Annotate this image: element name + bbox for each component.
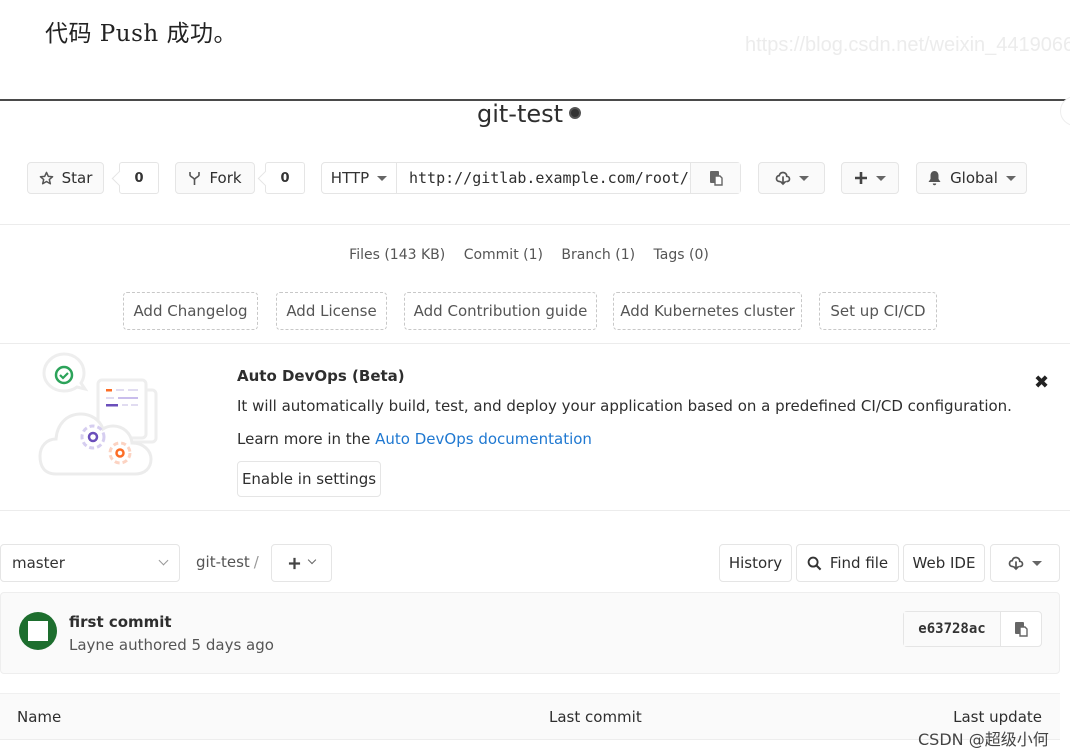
web-ide-button[interactable]: Web IDE [903,544,985,582]
notification-dropdown[interactable]: Global [916,162,1027,194]
clone-protocol-dropdown[interactable]: HTTP [322,163,397,193]
add-license-button[interactable]: Add License [276,292,387,330]
caret-down-icon [798,175,809,181]
breadcrumb-separator: / [253,553,259,571]
auto-devops-description: It will automatically build, test, and d… [237,397,1012,415]
download-icon [775,171,790,186]
file-table-header: Name Last commit Last update [0,693,1060,740]
notification-label: Global [950,169,998,187]
breadcrumb: git-test / [196,553,259,571]
project-title: git-test [0,100,1058,128]
globe-icon [569,107,582,119]
watermark-author: CSDN @超级小何 [918,730,1049,749]
clipboard-icon [1015,622,1028,637]
auto-devops-title: Auto DevOps (Beta) [237,367,405,385]
search-icon [807,556,822,570]
fork-icon [189,171,201,185]
plus-icon [855,172,867,184]
chevron-down-icon [158,555,169,565]
star-label: Star [61,169,93,187]
commit-meta: Layne authored 5 days ago [69,636,274,654]
find-file-button[interactable]: Find file [796,544,899,582]
branch-select[interactable]: master [0,544,180,582]
column-last-commit: Last commit [549,708,642,726]
auto-devops-docs-link[interactable]: Auto DevOps documentation [375,430,592,448]
commit-sha-group: e63728ac [903,611,1042,647]
caret-down-icon [377,175,388,181]
star-icon [39,171,53,184]
add-contribution-guide-button[interactable]: Add Contribution guide [404,292,597,330]
star-button[interactable]: Star [27,162,104,194]
divider [0,510,1070,511]
project-stats: Files (143 KB) Commit (1) Branch (1) Tag… [0,247,1058,263]
star-count[interactable]: 0 [119,162,159,194]
fork-count[interactable]: 0 [265,162,305,194]
avatar[interactable] [19,612,57,650]
clone-protocol-label: HTTP [330,169,370,187]
column-name: Name [17,708,62,726]
auto-devops-illustration [38,352,158,476]
caret-down-icon [1032,560,1042,566]
download-dropdown[interactable] [758,162,825,194]
bell-icon [928,171,941,186]
stat-files[interactable]: Files (143 KB) [349,247,445,263]
watermark-url: https://blog.csdn.net/weixin_4419066 [745,34,1070,56]
avatar-identicon [28,621,48,641]
copy-sha-button[interactable] [1001,612,1041,646]
document-caption: 代码 Push 成功。 [45,21,238,47]
stat-commits[interactable]: Commit (1) [464,247,543,263]
commit-title[interactable]: first commit [69,613,172,631]
enable-in-settings-button[interactable]: Enable in settings [237,461,381,497]
history-button[interactable]: History [719,544,792,582]
breadcrumb-project[interactable]: git-test [196,553,250,571]
download-dropdown[interactable] [990,544,1060,582]
find-file-label: Find file [829,554,889,572]
fork-label: Fork [209,169,242,187]
check-bubble-icon [42,352,89,393]
add-to-tree-dropdown[interactable] [271,544,332,582]
fork-button[interactable]: Fork [175,162,255,194]
commit-sha[interactable]: e63728ac [904,612,1001,646]
caret-down-icon [876,175,886,181]
chevron-down-icon [307,555,317,565]
divider [0,343,1070,344]
add-changelog-button[interactable]: Add Changelog [123,292,258,330]
copy-url-button[interactable] [690,163,740,193]
stat-branches[interactable]: Branch (1) [561,247,635,263]
close-icon[interactable]: ✖ [1034,372,1049,393]
plus-icon [288,557,301,569]
learn-more-prefix: Learn more in the [237,430,376,448]
project-name[interactable]: git-test [477,100,563,128]
column-last-update: Last update [953,708,1042,726]
add-new-dropdown[interactable] [841,162,899,194]
clone-url-input[interactable]: http://gitlab.example.com/root/git-test.… [397,163,690,193]
caret-down-icon [1005,175,1016,181]
stat-tags[interactable]: Tags (0) [654,247,709,263]
branch-name: master [12,554,65,572]
divider [0,224,1070,225]
clone-url-group: HTTP http://gitlab.example.com/root/git-… [321,162,741,194]
last-commit-panel [0,592,1060,674]
clipboard-icon [709,171,723,186]
setup-cicd-button[interactable]: Set up CI/CD [819,292,937,330]
download-icon [1008,556,1024,571]
auto-devops-learn-more: Learn more in the Auto DevOps documentat… [237,430,592,448]
add-kubernetes-cluster-button[interactable]: Add Kubernetes cluster [613,292,802,330]
